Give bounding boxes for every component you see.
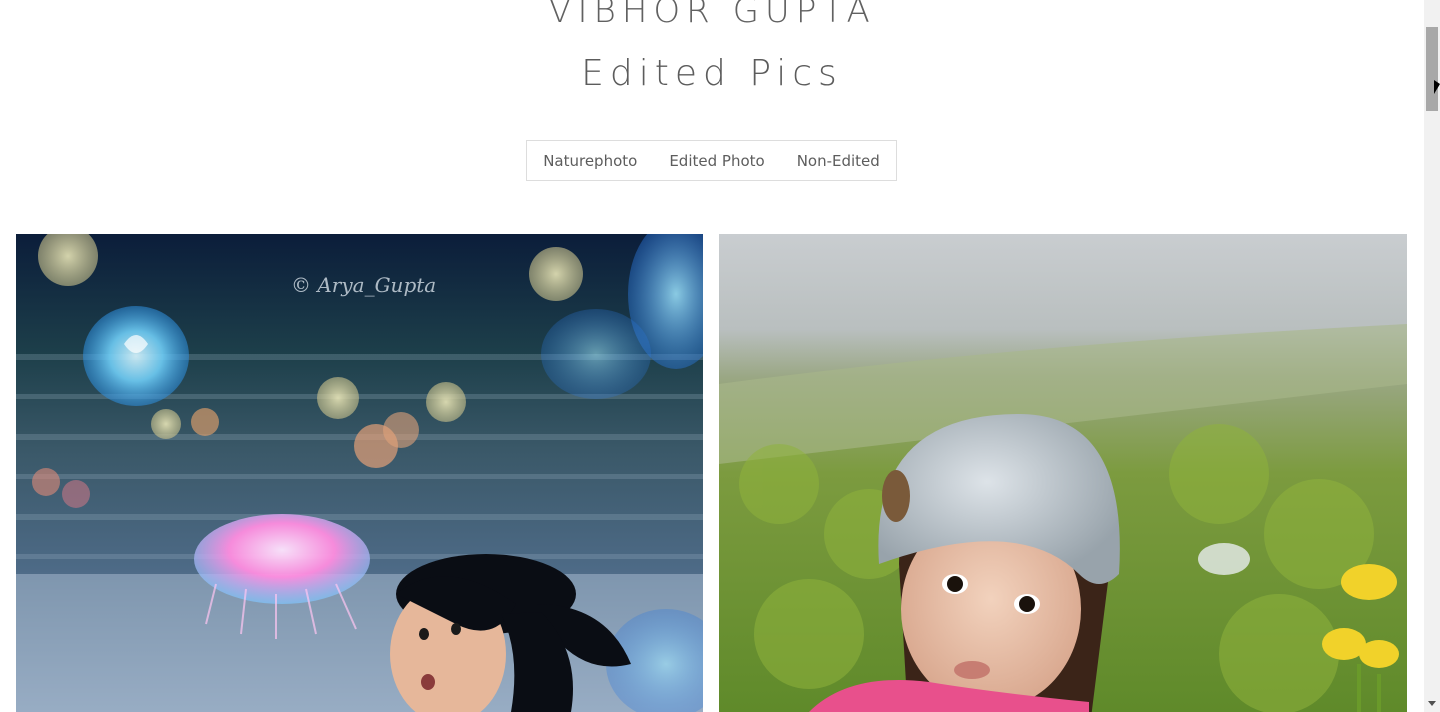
vertical-scrollbar[interactable] [1424, 0, 1440, 712]
site-name[interactable]: VIBHOR GUPTA [0, 0, 1424, 36]
gallery-photo-girl-hat[interactable] [719, 234, 1407, 712]
mouse-cursor-icon [1434, 80, 1440, 94]
arrow-down-icon [1428, 701, 1436, 706]
jellyfish-photo-image: © Arya_Gupta [16, 234, 703, 712]
scrollbar-thumb[interactable] [1426, 27, 1438, 111]
arrow-up-icon[interactable] [1424, 0, 1440, 17]
page-title: Edited Pics [581, 53, 843, 94]
scroll-down-button[interactable] [1424, 695, 1440, 712]
photo-watermark: © Arya_Gupta [291, 273, 436, 297]
gallery-filter-bar: Naturephoto Edited Photo Non-Edited [526, 140, 897, 181]
girl-hat-photo-image [719, 234, 1407, 712]
filter-naturephoto[interactable]: Naturephoto [527, 152, 653, 170]
filter-non-edited[interactable]: Non-Edited [781, 152, 896, 170]
filter-edited-photo[interactable]: Edited Photo [653, 152, 780, 170]
gallery-photo-jellyfish[interactable]: © Arya_Gupta [16, 234, 703, 712]
page: VIBHOR GUPTA Edited Pics Naturephoto Edi… [0, 0, 1424, 712]
